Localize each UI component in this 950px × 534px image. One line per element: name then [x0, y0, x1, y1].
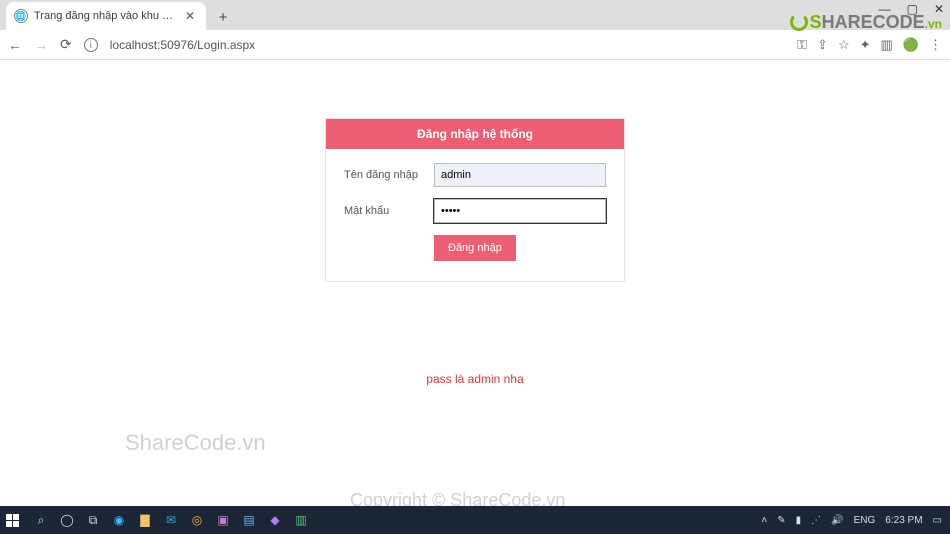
new-tab-button[interactable]: +	[210, 4, 236, 30]
url-field[interactable]: localhost:50976/Login.aspx	[110, 38, 785, 52]
password-input[interactable]	[434, 199, 606, 223]
login-card: Đăng nhập hệ thống Tên đăng nhập Mật khẩ…	[325, 118, 625, 282]
tray-notifications-icon[interactable]: ▭	[933, 515, 942, 526]
close-icon[interactable]: ✕	[182, 9, 198, 23]
page-content: Đăng nhập hệ thống Tên đăng nhập Mật khẩ…	[0, 68, 950, 506]
star-icon[interactable]: ☆	[838, 37, 850, 53]
tray-lang[interactable]: ENG	[854, 515, 876, 526]
extension-icon[interactable]: ✦	[860, 37, 871, 53]
app-icon-3[interactable]: ▥	[292, 513, 310, 527]
menu-icon[interactable]: ⋮	[929, 37, 942, 53]
forward-icon[interactable]: →	[34, 37, 48, 53]
back-icon[interactable]: ←	[8, 37, 22, 53]
window-minimize-icon[interactable]: —	[879, 2, 891, 16]
globe-icon: 🌐	[14, 9, 28, 23]
username-label: Tên đăng nhập	[344, 169, 424, 181]
tray-battery-icon[interactable]: ▮	[796, 515, 802, 526]
chrome-icon[interactable]: ◎	[188, 513, 206, 527]
window-maximize-icon[interactable]: ▢	[907, 2, 918, 16]
search-icon[interactable]: ⌕	[32, 513, 50, 528]
taskbar: ⌕ ◯ ⧉ ◉ ▇ ✉ ◎ ▣ ▤ ◆ ▥ ˄ ✎ ▮ ⋰ 🔊 ENG 6:23…	[0, 506, 950, 534]
tray-volume-icon[interactable]: 🔊	[831, 515, 843, 526]
address-bar: ← → ⟳ i localhost:50976/Login.aspx ⚿ ⇪ ☆…	[0, 30, 950, 60]
app-icon-1[interactable]: ▣	[214, 513, 232, 527]
key-icon[interactable]: ⚿	[797, 37, 807, 53]
explorer-icon[interactable]: ▇	[136, 513, 154, 527]
url-text: localhost:50976/Login.aspx	[110, 38, 255, 52]
tray-pen-icon[interactable]: ✎	[777, 515, 785, 526]
tray-wifi-icon[interactable]: ⋰	[811, 515, 821, 526]
windows-icon	[6, 514, 24, 527]
share-icon[interactable]: ⇪	[817, 37, 828, 53]
window-close-icon[interactable]: ✕	[934, 2, 944, 16]
tab-title: Trang đăng nhập vào khu vực qu	[34, 10, 176, 22]
edge-icon[interactable]: ◉	[110, 513, 128, 527]
browser-tab-strip: 🌐 Trang đăng nhập vào khu vực qu ✕ + — ▢…	[0, 0, 950, 30]
reader-icon[interactable]: ▥	[881, 37, 893, 53]
vs-icon[interactable]: ◆	[266, 513, 284, 527]
app-icon-2[interactable]: ▤	[240, 513, 258, 527]
browser-tab-active[interactable]: 🌐 Trang đăng nhập vào khu vực qu ✕	[6, 2, 206, 30]
site-info-icon[interactable]: i	[84, 38, 98, 52]
avatar-icon[interactable]: 🟢	[903, 37, 919, 53]
login-header: Đăng nhập hệ thống	[326, 119, 624, 149]
username-input[interactable]	[434, 163, 606, 187]
cortana-icon[interactable]: ◯	[58, 513, 76, 527]
task-view-icon[interactable]: ⧉	[84, 513, 102, 528]
reload-icon[interactable]: ⟳	[60, 36, 72, 53]
password-hint: pass là admin nha	[0, 372, 950, 386]
mail-icon[interactable]: ✉	[162, 513, 180, 527]
password-label: Mật khẩu	[344, 205, 424, 217]
start-button[interactable]	[6, 514, 24, 527]
tray-clock[interactable]: 6:23 PM	[885, 515, 922, 526]
tray-up-icon[interactable]: ˄	[761, 515, 767, 526]
login-button[interactable]: Đăng nhập	[434, 235, 516, 261]
